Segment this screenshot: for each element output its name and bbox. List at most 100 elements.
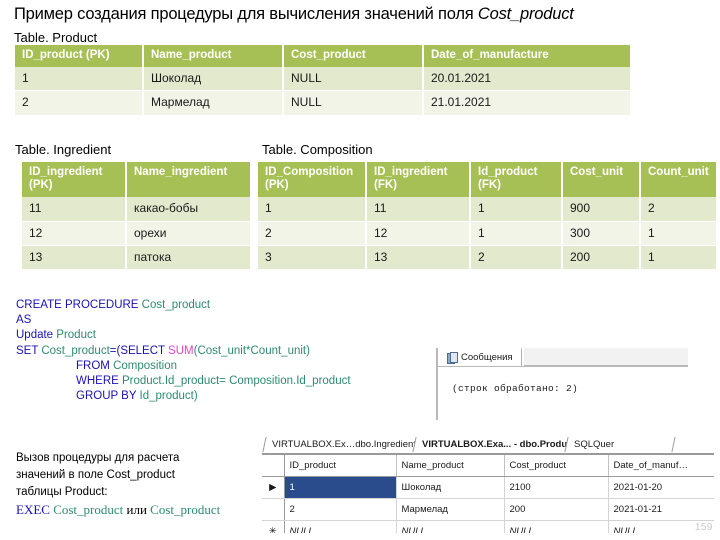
tab-messages[interactable]: Сообщения	[441, 348, 522, 366]
ssms-tab-ingredient[interactable]: VIRTUALBOX.Ex…dbo.Ingredient	[262, 437, 430, 452]
table-cell: 11	[366, 197, 471, 222]
composition-table: ID_Composition (PK) ID_ingredient (FK) I…	[258, 162, 716, 271]
row-marker-new[interactable]: ✳	[262, 520, 285, 533]
table-cell: 1	[258, 197, 367, 222]
column-header: ID_product (PK)	[15, 45, 144, 68]
column-header: Name_ingredient	[126, 162, 250, 198]
ssms-tab-sqlquery[interactable]: SQLQuer	[564, 437, 676, 452]
grid-column-header[interactable]: Date_of_manuf…	[608, 455, 714, 477]
sql-identifier: Composition	[113, 359, 177, 372]
column-header: Cost_product	[283, 45, 424, 68]
sql-line: GROUP BY Id_product)	[16, 389, 351, 404]
table-cell: 1	[640, 245, 716, 271]
table-header-row: ID_ingredient (PK) Name_ingredient	[22, 162, 250, 198]
grid-row-new[interactable]: ✳ NULL NULL NULL NULL	[262, 520, 714, 533]
table-cell: 12	[22, 221, 127, 246]
sql-line: FROM Composition	[16, 359, 351, 374]
sql-keyword: CREATE PROCEDURE	[16, 299, 142, 311]
page-title-field: Cost_product	[477, 5, 574, 23]
page-title: Пример создания процедуры для вычисления…	[14, 5, 574, 24]
grid-row[interactable]: ▶ 1 Шоколад 2100 2021-01-20	[262, 476, 714, 499]
sql-identifier: Product	[56, 329, 96, 342]
ssms-tabstrip: VIRTUALBOX.Ex…dbo.Ingredient VIRTUALBOX.…	[262, 437, 714, 454]
table-cell: Шоколад	[143, 67, 284, 92]
exec-identifier: Cost_product	[150, 502, 221, 517]
sql-identifier: Cost_product	[41, 344, 110, 357]
column-header: ID_ingredient (FK)	[366, 162, 471, 198]
sql-code-block: CREATE PROCEDURE Cost_product AS Update …	[16, 298, 351, 404]
ssms-tab-label: VIRTUALBOX.Ex…dbo.Ingredient	[272, 439, 416, 450]
sql-keyword: SELECT	[120, 344, 169, 357]
product-table-caption: Table. Product	[14, 30, 98, 45]
grid-row[interactable]: 2 Мармелад 200 2021-01-21	[262, 498, 714, 521]
sql-keyword: WHERE	[76, 375, 122, 388]
grid-column-header[interactable]: Cost_product	[504, 455, 609, 477]
table-cell: 2	[15, 90, 144, 117]
grid-cell-selected[interactable]: 1	[284, 476, 397, 499]
sql-identifier: Cost_product	[141, 299, 211, 311]
table-cell: 13	[366, 245, 471, 271]
tab-messages-label: Сообщения	[461, 352, 513, 363]
grid-cell[interactable]: Шоколад	[396, 476, 505, 499]
sql-operator: =(	[109, 344, 121, 357]
note-line: Вызов процедуры для расчета	[16, 452, 180, 464]
sql-line: AS	[16, 313, 351, 328]
table-cell: 13	[22, 245, 127, 271]
table-row: 3 13 2 200 1	[258, 245, 716, 271]
grid-cell[interactable]: 2021-01-21	[608, 498, 714, 521]
column-header: Date_of_manufacture	[423, 45, 630, 68]
messages-panel: Сообщения (строк обработано: 2)	[436, 348, 688, 420]
table-row: 1 Шоколад NULL 20.01.2021	[15, 67, 630, 92]
table-cell: 1	[15, 67, 144, 92]
grid-cell[interactable]: 2021-01-20	[608, 476, 714, 499]
table-cell: 300	[562, 221, 641, 246]
grid-cell[interactable]: 2	[284, 498, 397, 521]
sql-keyword: AS	[16, 314, 32, 327]
row-selector-header[interactable]	[262, 455, 285, 477]
exec-identifier: Cost_product	[53, 502, 124, 517]
sql-line: CREATE PROCEDURE Cost_product	[16, 298, 351, 313]
sql-function: SUM	[168, 344, 194, 357]
grid-cell[interactable]: 2100	[504, 476, 609, 499]
table-header-row: ID_Composition (PK) ID_ingredient (FK) I…	[258, 162, 716, 198]
table-cell: 1	[470, 221, 563, 246]
grid-column-header[interactable]: ID_product	[284, 455, 397, 477]
table-cell: NULL	[283, 67, 424, 92]
grid-column-header[interactable]: Name_product	[396, 455, 505, 477]
tabstrip-filler	[524, 348, 688, 366]
table-row: 11 какао-бобы	[22, 197, 250, 222]
grid-cell[interactable]: Мармелад	[396, 498, 505, 521]
messages-tabstrip: Сообщения	[438, 348, 688, 367]
procedure-call-note: Вызов процедуры для расчета значений в п…	[16, 450, 256, 518]
exec-statement: EXEC Cost_product или Cost_product	[16, 501, 256, 518]
ssms-results-window: VIRTUALBOX.Ex…dbo.Ingredient VIRTUALBOX.…	[262, 437, 714, 533]
sql-line: Update Product	[16, 328, 351, 343]
row-marker[interactable]	[262, 498, 285, 521]
table-row: 1 11 1 900 2	[258, 197, 716, 222]
ssms-tab-product[interactable]: VIRTUALBOX.Exa... - dbo.Product	[412, 437, 582, 452]
table-row: 13 патока	[22, 245, 250, 271]
sql-arguments: (Cost_unit*Count_unit)	[193, 344, 310, 357]
grid-cell-null[interactable]: NULL	[284, 520, 397, 533]
column-header: Name_product	[143, 45, 284, 68]
sql-keyword: Update	[16, 329, 57, 342]
grid-cell-null[interactable]: NULL	[396, 520, 505, 533]
table-cell: 20.01.2021	[423, 67, 630, 92]
grid-cell[interactable]: 200	[504, 498, 609, 521]
table-cell: 12	[366, 221, 471, 246]
ssms-grid[interactable]: ID_product Name_product Cost_product Dat…	[262, 454, 714, 533]
table-cell: орехи	[126, 221, 250, 246]
ingredient-table: ID_ingredient (PK) Name_ingredient 11 ка…	[22, 162, 250, 271]
table-row: 2 Мармелад NULL 21.01.2021	[15, 90, 630, 117]
row-marker-current[interactable]: ▶	[262, 476, 285, 499]
sql-keyword: GROUP BY	[76, 390, 140, 403]
table-cell: 11	[22, 197, 127, 222]
column-header: Cost_unit	[562, 162, 641, 198]
table-cell: 2	[258, 221, 367, 246]
grid-cell-null[interactable]: NULL	[504, 520, 609, 533]
column-header: ID_Composition (PK)	[258, 162, 367, 198]
ssms-tab-label: VIRTUALBOX.Exa... - dbo.Product	[422, 439, 576, 450]
table-cell: 3	[258, 245, 367, 271]
page-number: 159	[694, 522, 713, 533]
sql-line: WHERE Product.Id_product= Composition.Id…	[16, 374, 351, 389]
